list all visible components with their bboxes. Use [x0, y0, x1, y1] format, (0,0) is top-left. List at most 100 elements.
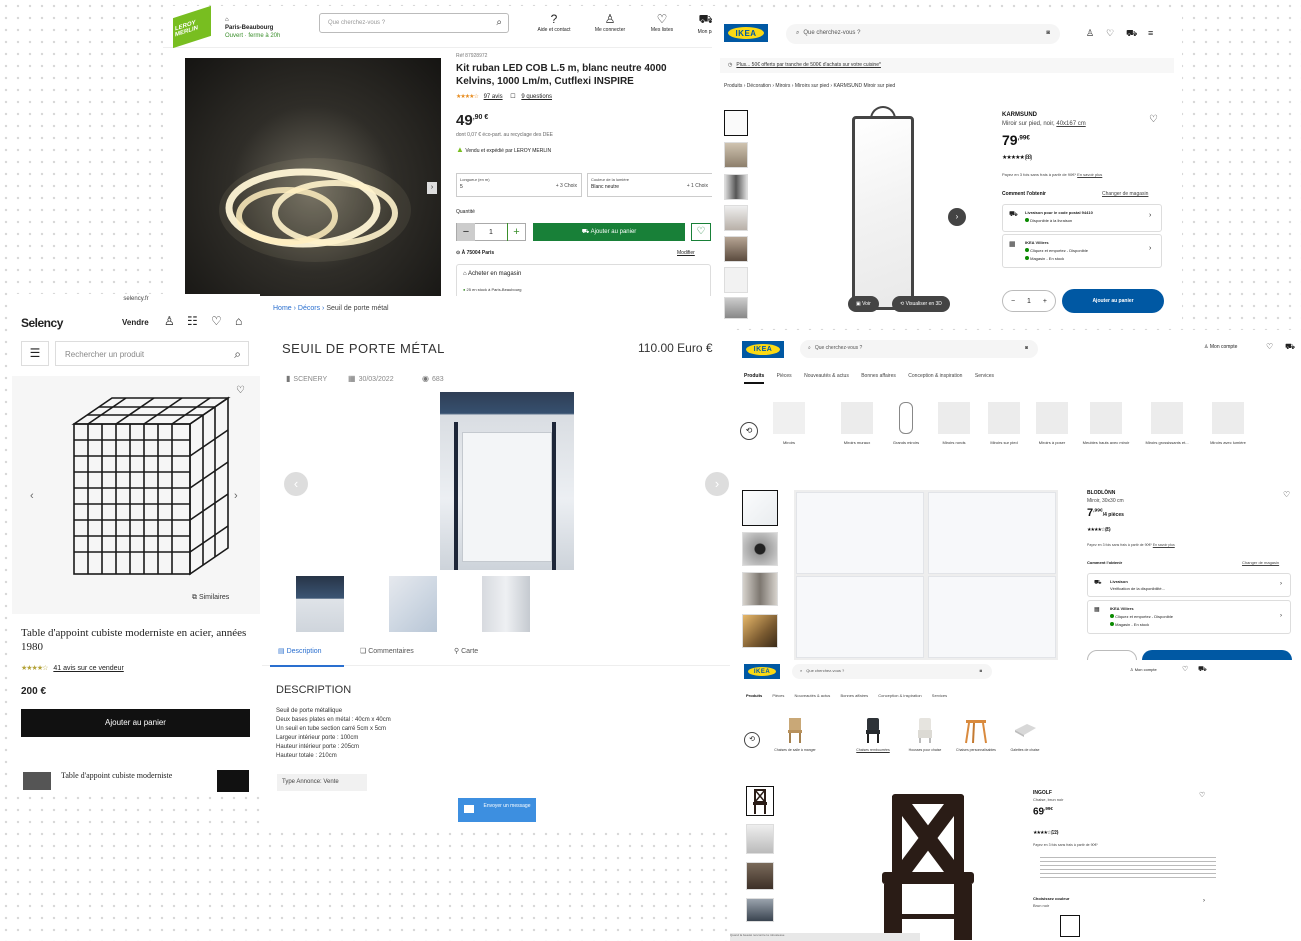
tab-news[interactable]: Nouveautés & actus: [795, 693, 831, 698]
store-pickup-box[interactable]: ⌂ Acheter en magasin ● 25 en stock à Par…: [456, 264, 711, 296]
image-next-icon[interactable]: ›: [948, 208, 966, 226]
tab-news[interactable]: Nouveautés & actus: [804, 373, 849, 379]
add-to-cart-button[interactable]: [1142, 650, 1292, 660]
category-custom-chairs[interactable]: Chaises personnalisables: [952, 716, 1000, 752]
category-dining-chairs[interactable]: Chaises de salle à manger: [772, 716, 818, 752]
camera-icon[interactable]: ◙: [980, 668, 982, 673]
search-input[interactable]: ⌕ Que cherchez-vous ? ◙: [800, 340, 1038, 358]
category-chair-covers[interactable]: Housses pour chaise: [902, 716, 948, 752]
ad-thumbnail[interactable]: [389, 576, 437, 632]
search-input[interactable]: Que cherchez-vous ? ⌕: [319, 13, 509, 33]
seller-reviews-link[interactable]: 41 avis sur ce vendeur: [53, 665, 123, 672]
nav-lists[interactable]: ♡ Mes listes: [639, 12, 685, 33]
search-icon[interactable]: ⌕: [496, 17, 502, 28]
product-rating[interactable]: ★★★★★ (88): [1002, 154, 1032, 161]
promo-banner[interactable]: ◷ Plus... 50€ offerts par tranche de 500€…: [720, 58, 1174, 73]
product-thumbnail[interactable]: [746, 786, 774, 816]
cart-icon[interactable]: ⛟: [1198, 665, 1207, 674]
category-large-mirrors[interactable]: Grands miroirs: [884, 402, 928, 445]
category-mirrors[interactable]: Miroirs: [770, 402, 808, 445]
camera-icon[interactable]: ◙: [1046, 30, 1050, 36]
quantity-stepper[interactable]: − 1 +: [456, 223, 526, 241]
nav-login[interactable]: ♙ Me connecter: [587, 12, 633, 33]
product-thumbnail[interactable]: [742, 490, 778, 526]
category-magnifying-mirrors[interactable]: Miroirs grossissants et...: [1142, 402, 1192, 445]
account-link[interactable]: ♙ Mon compte: [1204, 344, 1237, 350]
tab-description[interactable]: ▤ Description: [278, 647, 322, 655]
nav-help[interactable]: ? Aide et contact: [531, 12, 577, 33]
tab-inspiration[interactable]: Conception & inspiration: [878, 693, 921, 698]
tab-rooms[interactable]: Pièces: [777, 373, 792, 379]
view-3d-button[interactable]: ⟲ Visualiser en 3D: [892, 296, 950, 312]
camera-icon[interactable]: ◙: [1025, 345, 1028, 351]
plus-icon[interactable]: +: [507, 223, 525, 241]
product-rating[interactable]: ★★★★☆ (133): [1033, 830, 1058, 836]
search-input[interactable]: ⌕ Que cherchez-vous ? ◙: [786, 24, 1060, 44]
leroy-logo[interactable]: LEROY MERLIN: [173, 6, 211, 49]
tab-services[interactable]: Services: [975, 373, 994, 379]
product-thumbnail[interactable]: [724, 110, 748, 136]
similar-button[interactable]: ⧉ Similaires: [192, 594, 229, 602]
tab-map[interactable]: ⚲ Carte: [454, 647, 478, 655]
category-seat-pads[interactable]: Galettes de chaise: [1002, 716, 1048, 752]
category-wall-mirrors[interactable]: Miroirs muraux: [834, 402, 880, 445]
heart-icon[interactable]: ♡: [211, 314, 222, 328]
quantity-value[interactable]: 1: [1027, 298, 1031, 305]
photo-next-icon[interactable]: ›: [234, 490, 238, 502]
category-mirror-cabinets[interactable]: Meubles hauts avec miroir: [1078, 402, 1134, 445]
product-thumbnail[interactable]: [724, 267, 748, 293]
search-icon[interactable]: ⌕: [234, 347, 241, 362]
product-thumbnail[interactable]: [724, 205, 748, 231]
carousel-prev-icon[interactable]: ‹: [284, 472, 308, 496]
finish-swatch-selected[interactable]: [1060, 915, 1080, 937]
minus-icon[interactable]: −: [457, 223, 475, 241]
sell-link[interactable]: Vendre: [122, 318, 149, 327]
color-selector[interactable]: Couleur de la lumière Blanc neutre + 1 C…: [587, 173, 713, 197]
back-arrow-icon[interactable]: ⟲: [740, 422, 758, 440]
back-arrow-icon[interactable]: ⟲: [744, 732, 760, 748]
message-icon[interactable]: ☷: [187, 314, 198, 328]
breadcrumb-decors[interactable]: Décors: [298, 305, 320, 312]
send-message-button[interactable]: Envoyer un message: [458, 798, 536, 822]
favorite-heart-icon[interactable]: ♡: [1149, 114, 1158, 125]
cart-icon[interactable]: ⛟: [1285, 342, 1295, 352]
tab-deals[interactable]: Bonnes affaires: [861, 373, 896, 379]
menu-icon[interactable]: ≡: [1148, 28, 1153, 38]
category-lighted-mirrors[interactable]: Miroirs avec lumière: [1204, 402, 1252, 445]
delivery-option[interactable]: ⛟ Livraison Vérification de la disponibi…: [1087, 573, 1291, 597]
store-selector[interactable]: ⌂ Paris-Beaubourg Ouvert · ferme à 20h: [225, 16, 280, 40]
store-option[interactable]: ▦ IKEA Villiers Cliquez et emportez - Di…: [1087, 600, 1291, 634]
reviews-link[interactable]: 97 avis: [484, 94, 503, 100]
delivery-option[interactable]: ⛟ Livraison pour le code postal 94410 Di…: [1002, 204, 1162, 232]
add-to-cart-button[interactable]: Ajouter au panier: [1062, 289, 1164, 313]
change-store-link[interactable]: Changer de magasin: [1242, 560, 1279, 565]
category-round-mirrors[interactable]: Miroirs ronds: [932, 402, 976, 445]
product-thumbnail[interactable]: [724, 142, 748, 168]
questions-link[interactable]: 9 questions: [521, 94, 552, 100]
tab-rooms[interactable]: Pièces: [772, 693, 784, 698]
user-icon[interactable]: ♙: [1086, 28, 1094, 39]
tab-services[interactable]: Services: [932, 693, 947, 698]
category-upholstered-chairs[interactable]: Chaises rembourrées: [850, 716, 896, 752]
category-table-mirrors[interactable]: Miroirs à poser: [1030, 402, 1074, 445]
photo-next-icon[interactable]: ›: [427, 182, 437, 194]
ikea-logo[interactable]: IKEA: [724, 24, 768, 42]
heart-icon[interactable]: ♡: [1106, 28, 1114, 39]
product-rating[interactable]: ★★★★☆ (85): [1087, 527, 1111, 533]
ikea-logo[interactable]: IKEA: [742, 341, 784, 358]
modify-location-link[interactable]: Modifier: [677, 250, 695, 256]
view-button[interactable]: ▣ Voir: [848, 296, 879, 312]
product-thumbnail[interactable]: [746, 862, 774, 890]
wishlist-heart-icon[interactable]: ♡: [691, 223, 711, 241]
ad-thumbnail[interactable]: [296, 576, 344, 632]
change-store-link[interactable]: Changer de magasin: [1102, 191, 1148, 197]
minus-icon[interactable]: −: [1011, 298, 1015, 305]
tab-deals[interactable]: Bonnes affaires: [840, 693, 868, 698]
product-thumbnail[interactable]: [746, 824, 774, 854]
quantity-value[interactable]: 1: [489, 229, 493, 236]
account-link[interactable]: ♙ Mon compte: [1130, 667, 1157, 672]
ikea-logo[interactable]: IKEA: [744, 664, 780, 679]
product-thumbnail[interactable]: [746, 898, 774, 922]
mini-cart-button[interactable]: [217, 770, 249, 792]
product-thumbnail[interactable]: [724, 174, 748, 200]
